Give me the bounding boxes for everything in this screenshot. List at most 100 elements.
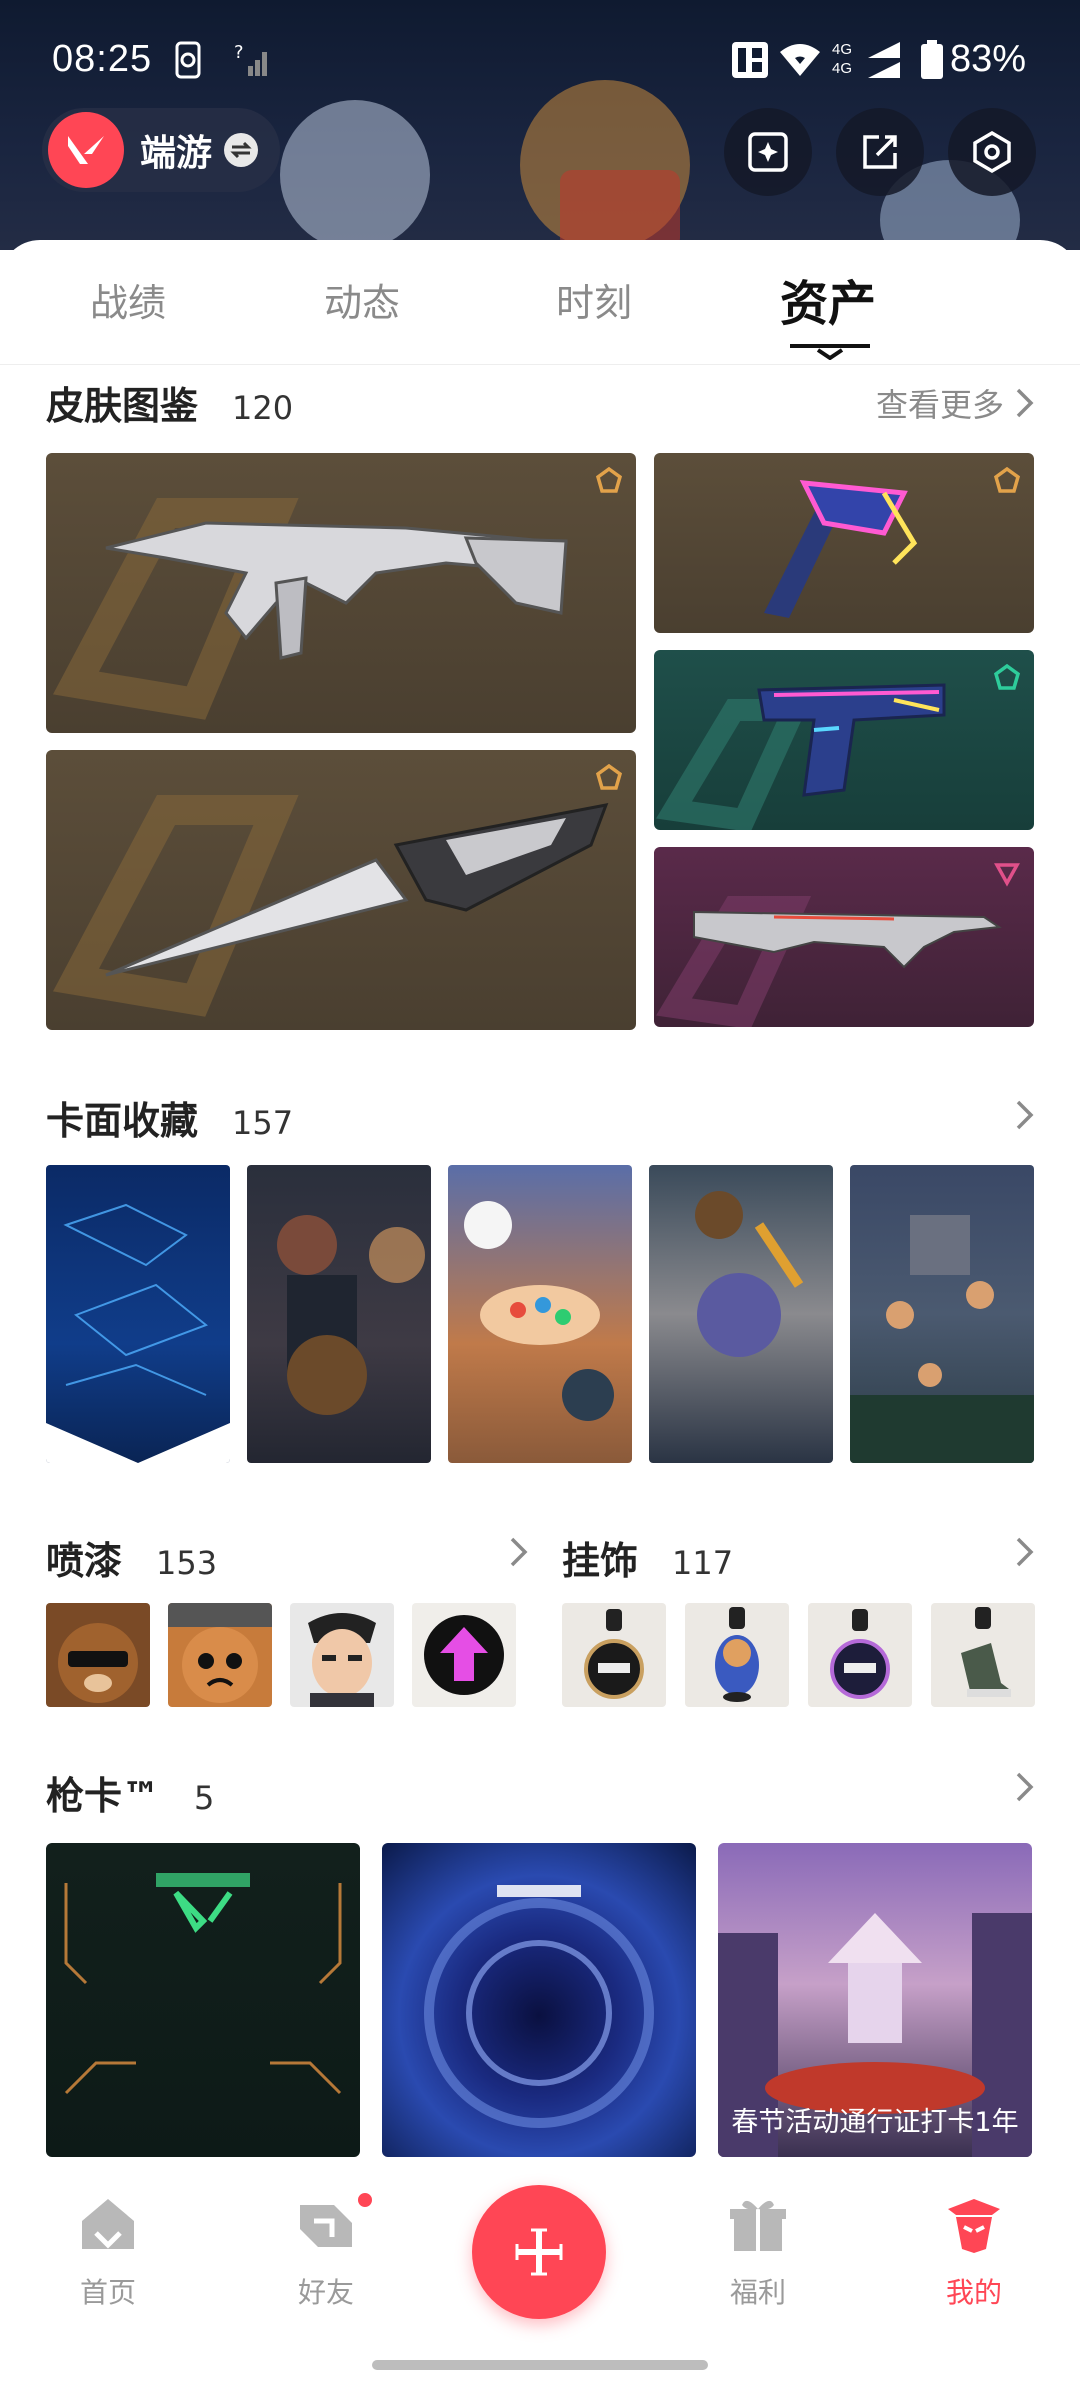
player-card[interactable]	[448, 1165, 632, 1463]
section-title: 皮肤图鉴	[46, 384, 199, 428]
banner-character-art	[560, 170, 680, 250]
spray-item[interactable]	[46, 1603, 150, 1707]
banner-character-art	[280, 100, 430, 250]
screen-record-icon	[175, 41, 201, 79]
status-bar: 08:25 ? 4G 4G 83%	[0, 0, 1080, 120]
chevron-right-icon[interactable]	[1014, 1770, 1036, 1804]
battery-percent: 83%	[950, 38, 1027, 80]
svg-text:?: ?	[234, 42, 244, 63]
arrow-up-spray	[424, 1615, 504, 1695]
section-title: 喷漆	[46, 1539, 123, 1583]
gift-icon	[730, 2200, 786, 2251]
spray-item[interactable]	[290, 1603, 394, 1707]
create-post-button[interactable]	[472, 2185, 606, 2319]
hd-calling-icon	[732, 42, 768, 78]
network-type-label: 4G 4G	[832, 41, 853, 77]
settings-button[interactable]	[948, 108, 1036, 196]
player-card[interactable]	[46, 1165, 230, 1463]
gunbuddy-item[interactable]	[685, 1603, 789, 1707]
banner-art	[64, 1873, 342, 2095]
nav-me[interactable]: 我的	[904, 2193, 1044, 2311]
card-art	[464, 1201, 614, 1421]
gunbuddy-item[interactable]	[931, 1603, 1035, 1707]
gunbuddy-item[interactable]	[808, 1603, 912, 1707]
rarity-icon	[596, 467, 622, 493]
sprays-header: 喷漆 153	[46, 1530, 217, 1585]
nav-label: 好友	[297, 2276, 354, 2309]
card-collection-row	[46, 1165, 1036, 1465]
nav-label: 福利	[729, 2276, 786, 2309]
home-indicator[interactable]	[372, 2360, 708, 2370]
tab-moments[interactable]: 时刻	[514, 272, 674, 327]
gun-banner-card[interactable]	[46, 1843, 360, 2157]
skin-tile-axe[interactable]	[654, 453, 1034, 633]
section-title: 卡面收藏	[46, 1099, 199, 1143]
rifle-skin-art	[53, 498, 568, 720]
account-name: 端游	[140, 133, 213, 174]
card-edit-icon	[748, 132, 788, 172]
share-button[interactable]	[836, 108, 924, 196]
nav-label: 首页	[79, 2276, 136, 2309]
gun-banner-card[interactable]: 春节活动通行证打卡1年	[718, 1843, 1032, 2157]
friends-icon	[300, 2205, 352, 2247]
card-art	[277, 1215, 425, 1415]
tab-feed[interactable]: 动态	[282, 272, 442, 327]
notification-badge	[356, 2191, 374, 2209]
profile-tabs: 战绩 动态 时刻 资产	[0, 240, 1080, 365]
nav-rewards[interactable]: 福利	[688, 2193, 828, 2311]
status-time: 08:25	[52, 38, 153, 80]
section-title: 挂饰	[562, 1539, 639, 1583]
player-card[interactable]	[247, 1165, 431, 1463]
banners-header: 枪卡™ 5	[46, 1765, 214, 1820]
vandal-skin-art	[656, 896, 1002, 1027]
sneaker-charm	[961, 1607, 1011, 1697]
tab-assets[interactable]: 资产	[748, 264, 908, 334]
rarity-icon	[994, 664, 1020, 690]
skin-tile-knife[interactable]	[46, 750, 636, 1030]
nav-home[interactable]: 首页	[38, 2193, 178, 2311]
knife-skin-art	[53, 795, 609, 1017]
tab-stats[interactable]: 战绩	[48, 272, 208, 327]
rarity-icon	[596, 764, 622, 790]
nav-friends[interactable]: 好友	[256, 2191, 396, 2311]
section-count: 153	[156, 1544, 218, 1582]
banner-art	[424, 1885, 654, 2128]
player-card[interactable]	[850, 1165, 1034, 1463]
skin-tile-rifle[interactable]	[46, 453, 636, 733]
section-title: 枪卡™	[46, 1774, 161, 1818]
share-icon	[863, 135, 897, 169]
edit-card-button[interactable]	[724, 108, 812, 196]
card-art	[695, 1191, 804, 1357]
skins-more-link[interactable]: 查看更多	[876, 380, 1036, 426]
skin-tile-pistol[interactable]	[654, 650, 1034, 830]
axe-skin-art	[764, 480, 918, 618]
cards-header: 卡面收藏 157	[46, 1090, 293, 1145]
agent-face-spray	[308, 1613, 376, 1707]
chevron-right-icon[interactable]	[1014, 1535, 1036, 1569]
wifi-icon	[780, 44, 820, 76]
agent-profile-icon	[948, 2199, 1000, 2253]
settings-hex-icon	[973, 130, 1011, 174]
active-tab-indicator	[790, 344, 870, 360]
spray-item[interactable]	[412, 1603, 516, 1707]
player-card[interactable]	[649, 1165, 833, 1463]
rarity-icon	[994, 467, 1020, 493]
chevron-right-icon[interactable]	[1014, 1098, 1036, 1132]
gun-banner-card[interactable]	[382, 1843, 696, 2157]
account-switcher[interactable]: 端游	[42, 108, 281, 192]
switch-account-icon	[224, 133, 259, 167]
section-count: 157	[232, 1104, 294, 1142]
skin-tile-vandal[interactable]	[654, 847, 1034, 1027]
section-count: 5	[194, 1779, 215, 1817]
gunbuddies-header: 挂饰 117	[562, 1530, 733, 1585]
section-count: 120	[232, 389, 294, 427]
bear-sunglasses-spray	[58, 1623, 138, 1703]
nav-label: 我的	[945, 2276, 1002, 2309]
gunbuddy-item[interactable]	[562, 1603, 666, 1707]
skins-header: 皮肤图鉴 120	[46, 375, 293, 430]
asset-sheet: 战绩 动态 时刻 资产 皮肤图鉴 120 查看更多 卡面收藏 157 喷漆 15…	[0, 240, 1080, 2165]
pistol-skin-art	[656, 683, 946, 830]
spray-item[interactable]	[168, 1603, 272, 1707]
home-icon	[82, 2199, 134, 2249]
chevron-right-icon[interactable]	[508, 1535, 530, 1569]
